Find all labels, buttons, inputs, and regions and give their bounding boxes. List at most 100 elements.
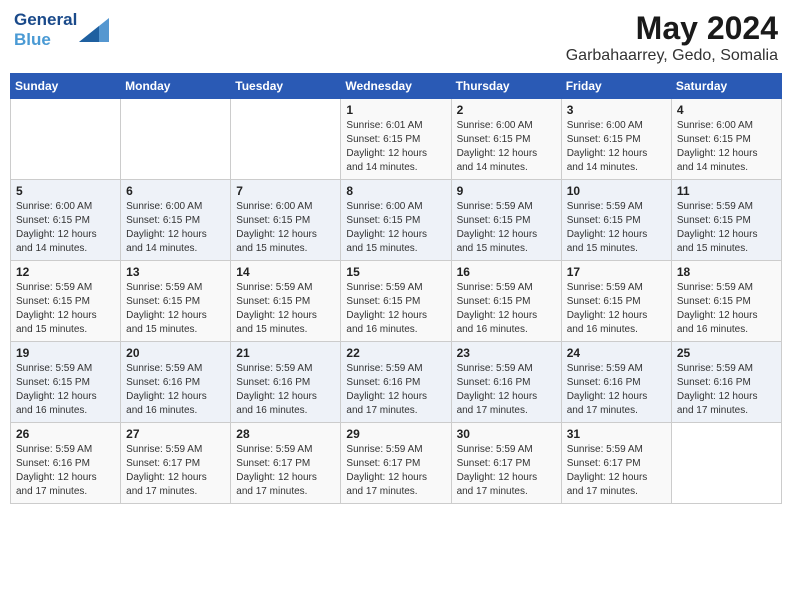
calendar-cell: 1 Sunrise: 6:01 AM Sunset: 6:15 PM Daylig… [341, 99, 451, 180]
day-number: 30 [457, 427, 556, 441]
day-number: 3 [567, 103, 666, 117]
logo-icon [79, 18, 109, 42]
day-info: Sunrise: 5:59 AM Sunset: 6:16 PM Dayligh… [457, 362, 556, 418]
day-info: Sunrise: 5:59 AM Sunset: 6:16 PM Dayligh… [236, 362, 335, 418]
calendar-cell: 5 Sunrise: 6:00 AM Sunset: 6:15 PM Daylig… [11, 180, 121, 261]
day-info: Sunrise: 6:00 AM Sunset: 6:15 PM Dayligh… [126, 200, 225, 256]
calendar-cell [231, 99, 341, 180]
calendar-week-row: 26Sunrise: 5:59 AM Sunset: 6:16 PM Dayli… [11, 423, 782, 504]
calendar-cell: 11Sunrise: 5:59 AM Sunset: 6:15 PM Dayli… [671, 180, 781, 261]
day-info: Sunrise: 5:59 AM Sunset: 6:15 PM Dayligh… [16, 362, 115, 418]
calendar-cell: 31 Sunrise: 5:59 AM Sunset: 6:17 PM Dayli… [561, 423, 671, 504]
day-info: Sunrise: 6:00 AM Sunset: 6:15 PM Dayligh… [457, 119, 556, 175]
calendar-cell: 6 Sunrise: 6:00 AM Sunset: 6:15 PM Daylig… [121, 180, 231, 261]
calendar-cell: 9Sunrise: 5:59 AM Sunset: 6:15 PM Daylig… [451, 180, 561, 261]
day-info: Sunrise: 5:59 AM Sunset: 6:15 PM Dayligh… [677, 200, 776, 256]
day-info: Sunrise: 6:00 AM Sunset: 6:15 PM Dayligh… [567, 119, 666, 175]
calendar-cell: 28Sunrise: 5:59 AM Sunset: 6:17 PM Dayli… [231, 423, 341, 504]
day-number: 1 [346, 103, 445, 117]
day-number: 26 [16, 427, 115, 441]
calendar-week-row: 5 Sunrise: 6:00 AM Sunset: 6:15 PM Daylig… [11, 180, 782, 261]
day-info: Sunrise: 5:59 AM Sunset: 6:17 PM Dayligh… [457, 443, 556, 499]
day-number: 7 [236, 184, 335, 198]
day-info: Sunrise: 6:00 AM Sunset: 6:15 PM Dayligh… [16, 200, 115, 256]
calendar-cell: 26Sunrise: 5:59 AM Sunset: 6:16 PM Dayli… [11, 423, 121, 504]
calendar-cell: 3 Sunrise: 6:00 AM Sunset: 6:15 PM Daylig… [561, 99, 671, 180]
day-number: 13 [126, 265, 225, 279]
calendar-cell: 8 Sunrise: 6:00 AM Sunset: 6:15 PM Daylig… [341, 180, 451, 261]
calendar-cell: 29 Sunrise: 5:59 AM Sunset: 6:17 PM Dayli… [341, 423, 451, 504]
calendar-cell: 14Sunrise: 5:59 AM Sunset: 6:15 PM Dayli… [231, 261, 341, 342]
day-number: 20 [126, 346, 225, 360]
day-info: Sunrise: 5:59 AM Sunset: 6:16 PM Dayligh… [567, 362, 666, 418]
calendar-cell: 7 Sunrise: 6:00 AM Sunset: 6:15 PM Daylig… [231, 180, 341, 261]
day-info: Sunrise: 5:59 AM Sunset: 6:16 PM Dayligh… [677, 362, 776, 418]
day-number: 4 [677, 103, 776, 117]
day-number: 25 [677, 346, 776, 360]
calendar-cell: 2 Sunrise: 6:00 AM Sunset: 6:15 PM Daylig… [451, 99, 561, 180]
day-number: 6 [126, 184, 225, 198]
day-info: Sunrise: 5:59 AM Sunset: 6:17 PM Dayligh… [126, 443, 225, 499]
day-number: 22 [346, 346, 445, 360]
calendar-cell: 25 Sunrise: 5:59 AM Sunset: 6:16 PM Dayli… [671, 342, 781, 423]
calendar-cell: 18Sunrise: 5:59 AM Sunset: 6:15 PM Dayli… [671, 261, 781, 342]
day-info: Sunrise: 5:59 AM Sunset: 6:15 PM Dayligh… [457, 281, 556, 337]
calendar-cell: 10Sunrise: 5:59 AM Sunset: 6:15 PM Dayli… [561, 180, 671, 261]
title-block: May 2024 Garbahaarrey, Gedo, Somalia [566, 10, 778, 65]
day-header-monday: Monday [121, 74, 231, 99]
day-number: 16 [457, 265, 556, 279]
calendar-cell: 20Sunrise: 5:59 AM Sunset: 6:16 PM Dayli… [121, 342, 231, 423]
day-number: 24 [567, 346, 666, 360]
day-info: Sunrise: 5:59 AM Sunset: 6:15 PM Dayligh… [567, 281, 666, 337]
calendar-week-row: 19 Sunrise: 5:59 AM Sunset: 6:15 PM Dayli… [11, 342, 782, 423]
calendar-header-row: SundayMondayTuesdayWednesdayThursdayFrid… [11, 74, 782, 99]
calendar-cell: 22 Sunrise: 5:59 AM Sunset: 6:16 PM Dayli… [341, 342, 451, 423]
day-info: Sunrise: 5:59 AM Sunset: 6:15 PM Dayligh… [346, 281, 445, 337]
calendar-cell: 4 Sunrise: 6:00 AM Sunset: 6:15 PM Daylig… [671, 99, 781, 180]
day-number: 19 [16, 346, 115, 360]
day-header-saturday: Saturday [671, 74, 781, 99]
calendar-cell: 13 Sunrise: 5:59 AM Sunset: 6:15 PM Dayli… [121, 261, 231, 342]
day-header-friday: Friday [561, 74, 671, 99]
calendar-cell: 24 Sunrise: 5:59 AM Sunset: 6:16 PM Dayli… [561, 342, 671, 423]
day-info: Sunrise: 5:59 AM Sunset: 6:17 PM Dayligh… [236, 443, 335, 499]
day-header-tuesday: Tuesday [231, 74, 341, 99]
logo: General Blue [14, 10, 109, 49]
day-info: Sunrise: 6:01 AM Sunset: 6:15 PM Dayligh… [346, 119, 445, 175]
day-info: Sunrise: 5:59 AM Sunset: 6:15 PM Dayligh… [16, 281, 115, 337]
calendar-week-row: 1 Sunrise: 6:01 AM Sunset: 6:15 PM Daylig… [11, 99, 782, 180]
calendar-cell [121, 99, 231, 180]
day-number: 10 [567, 184, 666, 198]
day-info: Sunrise: 5:59 AM Sunset: 6:16 PM Dayligh… [346, 362, 445, 418]
subtitle: Garbahaarrey, Gedo, Somalia [566, 47, 778, 65]
main-title: May 2024 [566, 10, 778, 47]
day-number: 12 [16, 265, 115, 279]
day-number: 15 [346, 265, 445, 279]
day-info: Sunrise: 5:59 AM Sunset: 6:15 PM Dayligh… [126, 281, 225, 337]
day-number: 29 [346, 427, 445, 441]
calendar-cell: 19 Sunrise: 5:59 AM Sunset: 6:15 PM Dayli… [11, 342, 121, 423]
day-number: 18 [677, 265, 776, 279]
day-info: Sunrise: 5:59 AM Sunset: 6:15 PM Dayligh… [236, 281, 335, 337]
day-info: Sunrise: 6:00 AM Sunset: 6:15 PM Dayligh… [346, 200, 445, 256]
day-number: 23 [457, 346, 556, 360]
day-info: Sunrise: 5:59 AM Sunset: 6:15 PM Dayligh… [457, 200, 556, 256]
day-number: 5 [16, 184, 115, 198]
day-header-wednesday: Wednesday [341, 74, 451, 99]
calendar-cell: 30 Sunrise: 5:59 AM Sunset: 6:17 PM Dayli… [451, 423, 561, 504]
day-number: 8 [346, 184, 445, 198]
calendar-cell: 23 Sunrise: 5:59 AM Sunset: 6:16 PM Dayli… [451, 342, 561, 423]
day-info: Sunrise: 6:00 AM Sunset: 6:15 PM Dayligh… [677, 119, 776, 175]
day-number: 31 [567, 427, 666, 441]
day-info: Sunrise: 5:59 AM Sunset: 6:17 PM Dayligh… [346, 443, 445, 499]
day-number: 27 [126, 427, 225, 441]
calendar-cell: 27 Sunrise: 5:59 AM Sunset: 6:17 PM Dayli… [121, 423, 231, 504]
logo-line1: General [14, 10, 77, 29]
day-info: Sunrise: 5:59 AM Sunset: 6:17 PM Dayligh… [567, 443, 666, 499]
calendar-cell: 16 Sunrise: 5:59 AM Sunset: 6:15 PM Dayli… [451, 261, 561, 342]
calendar-week-row: 12 Sunrise: 5:59 AM Sunset: 6:15 PM Dayli… [11, 261, 782, 342]
calendar-table: SundayMondayTuesdayWednesdayThursdayFrid… [10, 73, 782, 504]
day-info: Sunrise: 6:00 AM Sunset: 6:15 PM Dayligh… [236, 200, 335, 256]
calendar-cell: 15 Sunrise: 5:59 AM Sunset: 6:15 PM Dayli… [341, 261, 451, 342]
day-number: 2 [457, 103, 556, 117]
